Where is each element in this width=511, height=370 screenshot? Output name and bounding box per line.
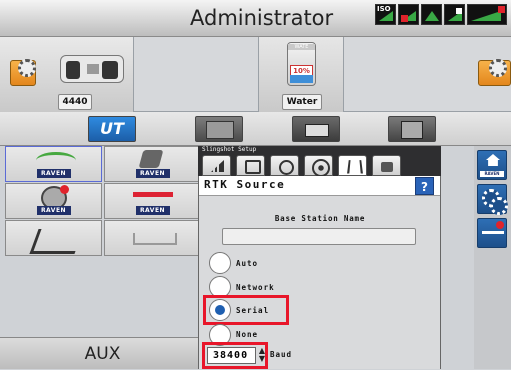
- baud-rate-input[interactable]: 38400: [207, 347, 256, 364]
- baud-rate-spinner[interactable]: ▲ ▼: [258, 347, 266, 364]
- radio-none-label: None: [236, 330, 259, 339]
- settings-button[interactable]: [477, 184, 508, 215]
- radio-auto[interactable]: [209, 252, 231, 274]
- flag-icon[interactable]: [467, 4, 507, 25]
- raven-logo: RAVEN: [480, 171, 504, 177]
- tab-device[interactable]: [236, 155, 265, 176]
- raven-logo: RAVEN: [135, 206, 170, 215]
- device-icon: [245, 160, 261, 174]
- home-button[interactable]: RAVEN: [477, 150, 507, 180]
- vehicle-settings-icon[interactable]: [10, 59, 36, 86]
- tab-ut[interactable]: UT: [88, 116, 136, 142]
- tilt-icon: [29, 229, 84, 254]
- video-icon: [401, 121, 423, 139]
- alert-dot-icon: [496, 221, 504, 229]
- tower-icon: [347, 160, 363, 174]
- raven-rover-app[interactable]: RAVEN: [104, 146, 201, 182]
- radio-serial-label: Serial: [236, 306, 270, 315]
- rover-icon: [138, 150, 164, 168]
- tab-wifi[interactable]: [304, 155, 333, 177]
- dialog-caption: Slingshot Setup: [202, 146, 257, 153]
- raven-logo: RAVEN: [135, 169, 170, 178]
- spinner-down-icon[interactable]: ▼: [258, 355, 266, 363]
- alert-dot-icon: [60, 185, 69, 194]
- tab-signal[interactable]: [202, 155, 231, 176]
- raven-logo: RAVEN: [36, 169, 71, 178]
- signal-icon: [211, 160, 224, 172]
- radio-auto-label: Auto: [236, 259, 259, 268]
- tilt-calibration-app[interactable]: [5, 220, 102, 256]
- tab-video[interactable]: [388, 116, 436, 142]
- raven-alarm-app[interactable]: RAVEN: [5, 183, 102, 219]
- boom-structure-app[interactable]: [104, 220, 201, 256]
- tank-icon: WATE 10%: [287, 42, 316, 86]
- lock-icon: [381, 162, 393, 172]
- iso-status-icon[interactable]: ISO: [375, 4, 396, 25]
- baud-unit-label: Baud: [270, 350, 293, 359]
- guidance-icon: [36, 152, 76, 169]
- truss-icon: [133, 233, 177, 245]
- wifi-icon: [312, 159, 330, 177]
- tank-level-fill: [290, 75, 313, 83]
- pulse-icon: [482, 231, 504, 234]
- aux-button[interactable]: AUX: [0, 337, 205, 369]
- map-icon: [206, 121, 234, 139]
- camera-icon: [305, 124, 329, 137]
- tab-field-map[interactable]: [195, 116, 243, 142]
- raven-logo: RAVEN: [36, 206, 71, 215]
- radio-icon: [279, 160, 294, 175]
- tab-radio[interactable]: [270, 155, 299, 176]
- raven-boom-app[interactable]: RAVEN: [104, 183, 201, 219]
- gear-small-icon: [490, 197, 508, 215]
- page-title: Administrator: [190, 6, 334, 30]
- tractor-icon: [60, 55, 124, 83]
- base-station-label: Base Station Name: [274, 214, 366, 223]
- help-button[interactable]: ?: [415, 177, 434, 195]
- sprayer-status-icon[interactable]: [444, 4, 465, 25]
- radio-serial[interactable]: [209, 299, 231, 321]
- vehicle-label: 4440: [58, 94, 92, 110]
- tab-lock[interactable]: [372, 155, 401, 176]
- radio-network-label: Network: [236, 283, 275, 292]
- implement-settings-icon[interactable]: [478, 59, 511, 86]
- home-icon: [486, 154, 500, 166]
- tab-camera[interactable]: [292, 116, 340, 142]
- diagnostics-button[interactable]: [477, 218, 507, 248]
- raven-guidance-app[interactable]: RAVEN: [5, 146, 102, 182]
- gps-status-icon[interactable]: [421, 4, 442, 25]
- product-label: Water: [282, 94, 322, 110]
- dialog-title: RTK Source: [204, 178, 286, 191]
- boom-icon: [133, 192, 173, 197]
- alarm-icon[interactable]: [398, 4, 419, 25]
- tab-gps[interactable]: [338, 155, 367, 176]
- base-station-input[interactable]: [222, 228, 416, 245]
